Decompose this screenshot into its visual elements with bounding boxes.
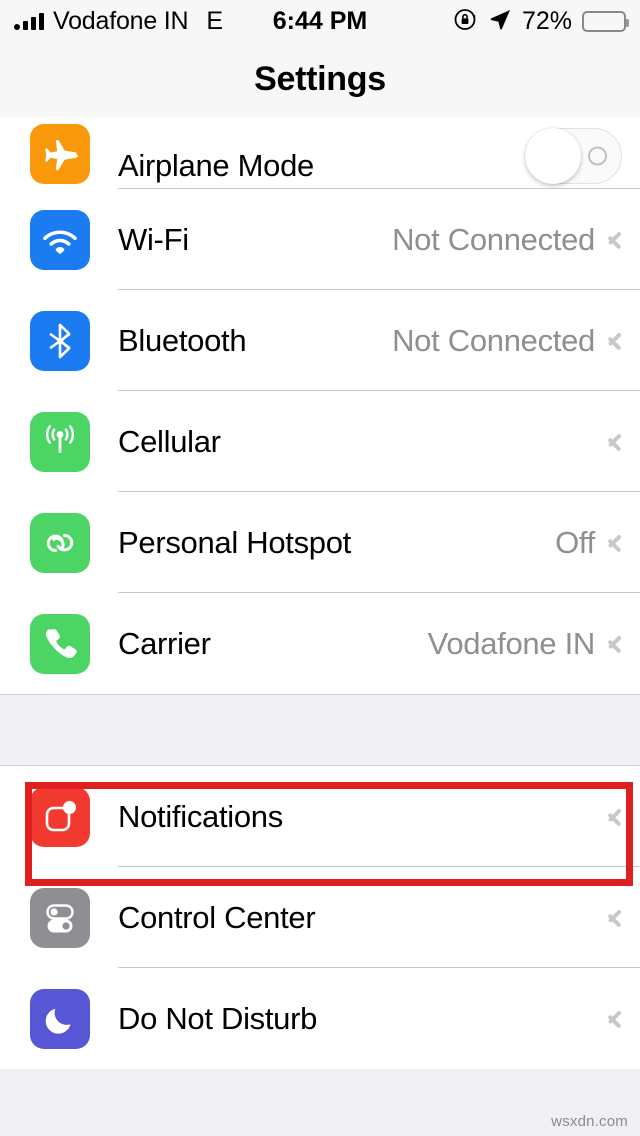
settings-row-label: Bluetooth: [118, 322, 247, 358]
network-type-label: E: [206, 6, 224, 35]
toggle-knob: [525, 128, 581, 184]
cellular-icon: [30, 411, 90, 472]
settings-row-airplane-mode[interactable]: Airplane Mode: [0, 117, 640, 189]
settings-row-label: Do Not Disturb: [118, 1000, 318, 1036]
settings-row-control-center[interactable]: Control Center: [0, 867, 640, 968]
settings-group-connectivity: Airplane Mode Wi-Fi Not Connected Blueto…: [0, 117, 640, 694]
chevron-right-icon: [609, 431, 622, 453]
wifi-icon: [30, 209, 90, 270]
settings-row-label: Wi-Fi: [118, 221, 189, 257]
settings-row-accessory: Not Connected: [392, 323, 640, 359]
airplane-icon: [30, 124, 90, 184]
chevron-right-icon: [609, 532, 622, 554]
settings-row-value: Vodafone IN: [427, 625, 596, 661]
settings-row-label: Cellular: [118, 423, 221, 459]
settings-row-label: Carrier: [118, 625, 211, 661]
chevron-right-icon: [609, 907, 622, 929]
chevron-right-icon: [609, 633, 622, 655]
settings-group-system: Notifications Control Center Do Not Dist…: [0, 766, 640, 1069]
settings-list[interactable]: Airplane Mode Wi-Fi Not Connected Blueto…: [0, 117, 640, 1136]
settings-row-do-not-disturb[interactable]: Do Not Disturb: [0, 968, 640, 1069]
bluetooth-icon: [30, 310, 90, 371]
settings-row-carrier[interactable]: Carrier Vodafone IN: [0, 593, 640, 694]
battery-percent-label: 72%: [521, 6, 572, 35]
chevron-right-icon: [609, 806, 622, 828]
settings-row-bluetooth[interactable]: Bluetooth Not Connected: [0, 290, 640, 391]
settings-row-accessory: [595, 1008, 640, 1030]
status-bar: Vodafone IN E 6:44 PM 72%: [0, 0, 640, 42]
settings-row-accessory[interactable]: [525, 128, 640, 184]
settings-row-label: Personal Hotspot: [118, 524, 351, 560]
chevron-right-icon: [609, 330, 622, 352]
hotspot-icon: [30, 512, 90, 573]
phone-icon: [30, 613, 90, 674]
notifications-icon: [30, 786, 90, 847]
page-title: Settings: [254, 60, 386, 98]
do-not-disturb-icon: [30, 988, 90, 1049]
settings-row-label: Airplane Mode: [118, 148, 314, 183]
settings-row-label: Notifications: [118, 798, 283, 834]
settings-row-accessory: [595, 431, 640, 453]
settings-row-label: Control Center: [118, 899, 316, 935]
airplane-mode-toggle[interactable]: [525, 128, 622, 184]
settings-row-notifications[interactable]: Notifications: [0, 766, 640, 867]
status-bar-left: Vodafone IN E: [14, 7, 223, 36]
settings-row-value: Not Connected: [392, 221, 595, 257]
chevron-right-icon: [609, 229, 622, 251]
battery-icon: [582, 10, 629, 32]
iphone-screen: Vodafone IN E 6:44 PM 72% Settings Airpl…: [0, 0, 640, 1136]
settings-row-cellular[interactable]: Cellular: [0, 391, 640, 492]
settings-row-accessory: [595, 806, 640, 828]
carrier-name: Vodafone IN: [53, 6, 189, 35]
navigation-bar: Settings: [0, 42, 640, 117]
chevron-right-icon: [609, 1008, 622, 1030]
control-center-icon: [30, 887, 90, 948]
settings-row-accessory: [595, 907, 640, 929]
status-bar-right: 72%: [452, 6, 629, 37]
section-gap: [0, 694, 640, 766]
settings-row-personal-hotspot[interactable]: Personal Hotspot Off: [0, 492, 640, 593]
settings-row-value: Not Connected: [392, 322, 595, 358]
signal-bars-icon: [14, 12, 44, 30]
settings-row-wifi[interactable]: Wi-Fi Not Connected: [0, 189, 640, 290]
toggle-off-indicator: [588, 146, 607, 166]
location-arrow-icon: [488, 7, 512, 36]
watermark: wsxdn.com: [551, 1113, 628, 1130]
settings-row-accessory: Vodafone IN: [428, 626, 640, 662]
settings-row-accessory: Off: [555, 525, 640, 561]
rotation-lock-icon: [452, 6, 478, 37]
settings-row-value: Off: [555, 524, 595, 560]
settings-row-accessory: Not Connected: [392, 222, 640, 258]
